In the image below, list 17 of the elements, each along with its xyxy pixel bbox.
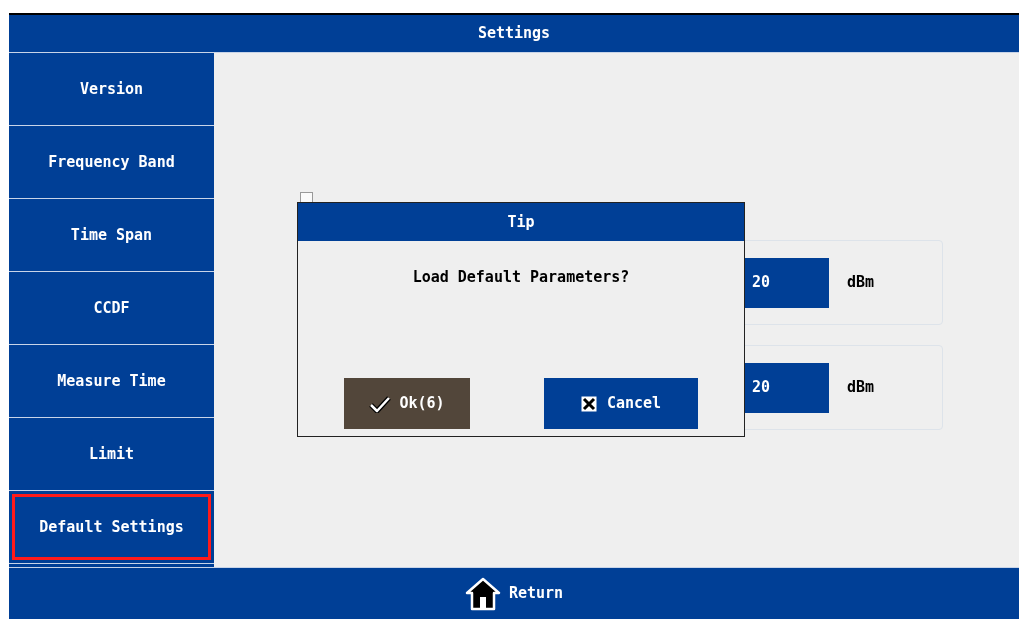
unit-label: dBm — [847, 377, 876, 399]
cancel-button[interactable]: Cancel — [544, 378, 698, 429]
dialog-message: Load Default Parameters? — [412, 267, 630, 288]
ok-button[interactable]: Ok(6) — [344, 378, 470, 429]
check-icon — [369, 394, 392, 413]
sidebar-item[interactable]: Time Span — [9, 199, 214, 271]
home-icon — [464, 576, 501, 611]
unit-label: dBm — [847, 272, 876, 294]
return-button[interactable]: Return — [456, 572, 572, 615]
close-icon — [580, 395, 597, 412]
sidebar-item[interactable]: Measure Time — [9, 345, 214, 417]
sidebar-item[interactable]: Frequency Band — [9, 126, 214, 198]
dialog-title: Tip — [298, 203, 744, 241]
sidebar-item[interactable]: Version — [9, 53, 214, 125]
sidebar-item[interactable]: Limit — [9, 418, 214, 490]
sidebar-item[interactable]: Default Settings — [12, 494, 211, 560]
sidebar-item[interactable]: CCDF — [9, 272, 214, 344]
